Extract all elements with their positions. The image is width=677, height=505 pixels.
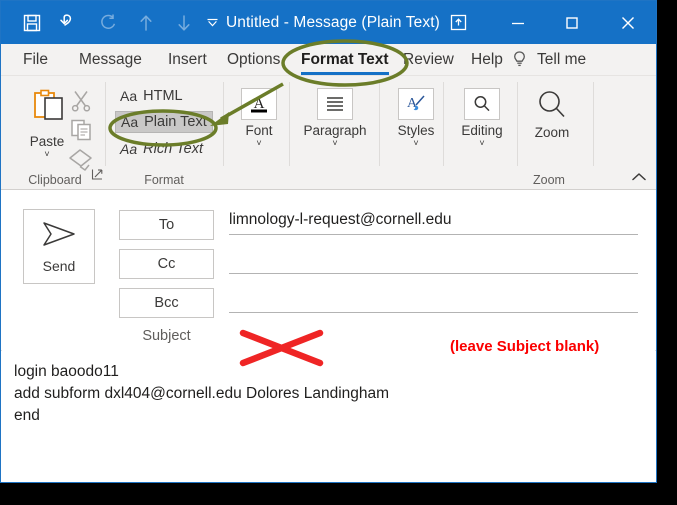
window-title: Untitled - Message (Plain Text) <box>206 1 467 44</box>
ribbon-tab-bar: File Message Insert Options Format Text … <box>1 44 656 76</box>
subject-label: Subject <box>142 328 191 344</box>
touch-mode-icon[interactable] <box>450 14 467 31</box>
font-button[interactable]: A Font ˅ <box>233 88 285 148</box>
zoom-magnifier-icon <box>535 88 569 122</box>
editing-chevron-down-icon[interactable]: ˅ <box>479 139 484 148</box>
subject-note-annotation: (leave Subject blank) <box>450 338 600 355</box>
magnifier-icon <box>464 88 500 120</box>
styles-brush-icon: A <box>398 88 434 120</box>
close-button[interactable] <box>605 1 651 44</box>
cc-button[interactable]: Cc <box>119 249 214 279</box>
tab-file[interactable]: File <box>19 44 52 75</box>
send-button[interactable]: Send <box>23 209 95 284</box>
format-option-plain-text[interactable]: Aa Plain Text <box>115 111 213 133</box>
group-separator <box>289 82 290 166</box>
styles-label: Styles <box>397 123 435 138</box>
tell-me-search[interactable]: Tell me <box>511 44 586 75</box>
to-button[interactable]: To <box>119 210 214 240</box>
styles-button[interactable]: A Styles ˅ <box>387 88 445 148</box>
tab-review[interactable]: Review <box>399 44 458 75</box>
aa-glyph: Aa <box>120 88 138 104</box>
format-option-label: HTML <box>143 88 183 104</box>
paragraph-lines-icon <box>317 88 353 120</box>
compose-header: Send To Cc Bcc Subject limnology-l-reque… <box>1 190 656 352</box>
zoom-label: Zoom <box>534 125 570 140</box>
font-chevron-down-icon[interactable]: ˅ <box>256 139 261 148</box>
next-item-icon <box>167 1 201 44</box>
group-separator <box>593 82 594 166</box>
tell-me-label: Tell me <box>537 50 587 68</box>
format-option-html[interactable]: Aa HTML <box>115 85 188 107</box>
previous-item-icon <box>129 1 163 44</box>
cc-field[interactable] <box>229 245 638 274</box>
clipboard-group-label: Clipboard <box>28 173 82 187</box>
paste-icon <box>27 88 67 131</box>
body-line: login baoodo11 <box>14 363 119 380</box>
message-body[interactable]: login baoodo11 add subform dxl404@cornel… <box>2 349 655 481</box>
dialog-launcher-icon[interactable] <box>91 168 104 186</box>
tab-help[interactable]: Help <box>467 44 507 75</box>
group-separator <box>223 82 224 166</box>
cut-icon[interactable] <box>69 89 93 118</box>
format-group-label: Format <box>144 173 184 187</box>
group-separator <box>379 82 380 166</box>
outlook-compose-window: Untitled - Message (Plain Text) File Mes… <box>0 0 657 483</box>
format-option-label: Plain Text <box>144 114 207 130</box>
bcc-button[interactable]: Bcc <box>119 288 214 318</box>
font-a-underline-icon: A <box>241 88 277 120</box>
format-option-rich-text[interactable]: Aa Rich Text <box>115 138 208 160</box>
copy-icon[interactable] <box>69 118 95 147</box>
aa-glyph: Aa <box>120 141 138 157</box>
editing-button[interactable]: Editing ˅ <box>451 88 513 148</box>
undo-icon[interactable] <box>53 1 87 44</box>
group-separator <box>517 82 518 166</box>
zoom-button[interactable]: Zoom <box>520 88 584 140</box>
styles-chevron-down-icon[interactable]: ˅ <box>413 139 418 148</box>
collapse-ribbon-chevron-up-icon[interactable] <box>630 171 648 186</box>
paste-chevron-down-icon[interactable]: ˅ <box>44 150 49 159</box>
save-icon[interactable] <box>15 1 49 44</box>
tab-options[interactable]: Options <box>223 44 284 75</box>
body-line: add subform dxl404@cornell.edu Dolores L… <box>14 385 390 402</box>
redo-icon <box>91 1 125 44</box>
group-separator <box>443 82 444 166</box>
editing-label: Editing <box>461 123 503 138</box>
send-label: Send <box>42 258 76 274</box>
zoom-group-label: Zoom <box>533 173 565 187</box>
paragraph-chevron-down-icon[interactable]: ˅ <box>332 139 337 148</box>
to-field[interactable]: limnology-l-request@cornell.edu <box>229 206 638 235</box>
format-option-label: Rich Text <box>143 141 204 157</box>
paragraph-button[interactable]: Paragraph ˅ <box>295 88 375 148</box>
paragraph-label: Paragraph <box>303 123 367 138</box>
body-line: end <box>14 407 40 424</box>
title-bar: Untitled - Message (Plain Text) <box>1 1 656 44</box>
tab-message[interactable]: Message <box>75 44 146 75</box>
bcc-field[interactable] <box>229 284 638 313</box>
group-separator <box>105 82 106 166</box>
aa-glyph: Aa <box>121 114 139 130</box>
customize-qat-chevron-down-icon[interactable] <box>206 16 219 29</box>
paste-label: Paste <box>29 134 65 149</box>
font-label: Font <box>245 123 273 138</box>
tab-insert[interactable]: Insert <box>164 44 211 75</box>
tab-format-text[interactable]: Format Text <box>297 44 393 75</box>
minimize-button[interactable] <box>495 1 541 44</box>
lightbulb-icon <box>511 50 528 69</box>
window-title-text: Untitled - Message (Plain Text) <box>226 13 440 31</box>
send-arrow-icon <box>38 219 80 254</box>
maximize-button[interactable] <box>549 1 595 44</box>
ribbon: Paste ˅ Clipboard Aa HTML Aa Plain Text … <box>1 76 656 190</box>
